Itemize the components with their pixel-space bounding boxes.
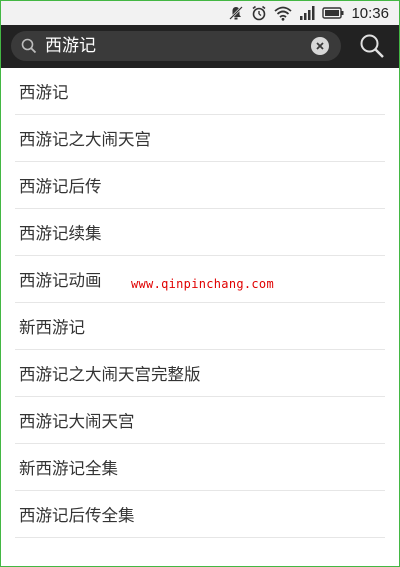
suggestion-list: 西游记 西游记之大闹天宫 西游记后传 西游记续集 西游记动画 新西游记 西游记之… (1, 68, 399, 538)
status-time: 10:36 (351, 4, 389, 22)
watermark-text: www.qinpinchang.com (131, 277, 274, 291)
search-input[interactable] (45, 31, 305, 61)
suggestion-item[interactable]: 西游记续集 (15, 209, 385, 256)
suggestion-item[interactable]: 西游记大闹天宫 (15, 397, 385, 444)
clear-icon[interactable] (311, 37, 329, 55)
status-bar: 10:36 (1, 1, 399, 25)
mute-icon (228, 5, 244, 21)
suggestion-item[interactable]: 西游记后传全集 (15, 491, 385, 538)
wifi-icon (274, 6, 293, 21)
suggestion-item[interactable]: 西游记之大闹天宫 (15, 115, 385, 162)
search-bar (1, 25, 399, 68)
suggestion-item[interactable]: 新西游记 (15, 303, 385, 350)
suggestion-item[interactable]: 西游记之大闹天宫完整版 (15, 350, 385, 397)
search-field[interactable] (11, 31, 341, 61)
suggestion-item[interactable]: 新西游记全集 (15, 444, 385, 491)
alarm-icon (251, 5, 267, 21)
search-icon (21, 38, 37, 58)
suggestion-item[interactable]: 西游记 (15, 68, 385, 115)
signal-icon (299, 6, 315, 20)
search-button-icon[interactable] (357, 31, 387, 61)
app-frame: 10:36 西游记 西游记 西游记之大闹天宫 西游记后传 西游记续集 西游记动画… (0, 0, 400, 567)
battery-icon (322, 7, 344, 19)
suggestion-item[interactable]: 西游记后传 (15, 162, 385, 209)
